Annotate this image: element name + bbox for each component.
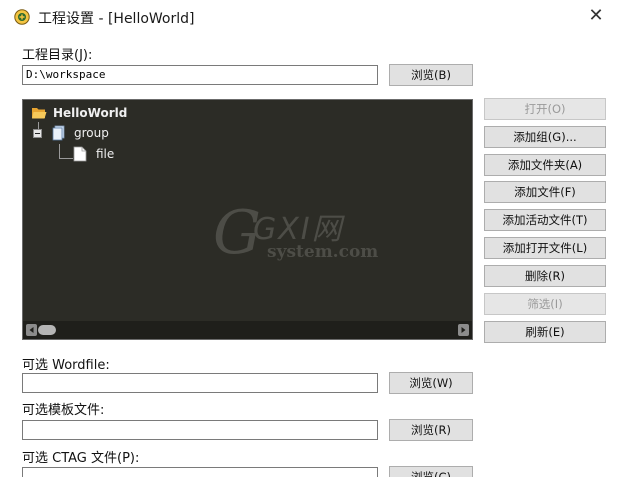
browse-template-button[interactable]: 浏览(R) — [389, 419, 473, 441]
watermark-g: G — [213, 198, 261, 268]
ctag-label: 可选 CTAG 文件(P): — [22, 451, 140, 466]
browse-project-dir-button[interactable]: 浏览(B) — [389, 64, 473, 86]
group-icon — [52, 125, 65, 141]
add-active-file-button[interactable]: 添加活动文件(T) — [484, 209, 606, 231]
add-open-files-button[interactable]: 添加打开文件(L) — [484, 237, 606, 259]
project-tree[interactable]: HelloWorld group file G GXI网 system.com — [22, 99, 473, 340]
delete-button[interactable]: 删除(R) — [484, 265, 606, 287]
collapse-toggle[interactable] — [33, 129, 42, 138]
tree-root-item[interactable]: HelloWorld — [53, 106, 127, 120]
scroll-right-icon[interactable] — [458, 324, 469, 336]
ctag-input[interactable] — [22, 467, 378, 477]
add-group-button[interactable]: 添加组(G)... — [484, 126, 606, 148]
horizontal-scrollbar[interactable] — [23, 321, 472, 339]
project-settings-window: 工程设置 - [HelloWorld] ✕ 工程目录(J): D:\worksp… — [0, 0, 620, 477]
file-icon — [73, 146, 87, 162]
close-button[interactable]: ✕ — [584, 4, 608, 28]
filter-button[interactable]: 筛选(I) — [484, 293, 606, 315]
template-input[interactable] — [22, 420, 378, 440]
add-folder-button[interactable]: 添加文件夹(A) — [484, 154, 606, 176]
refresh-button[interactable]: 刷新(E) — [484, 321, 606, 343]
wordfile-label: 可选 Wordfile: — [22, 358, 110, 373]
close-icon: ✕ — [588, 5, 604, 26]
scroll-left-icon[interactable] — [26, 324, 37, 336]
window-title: 工程设置 - [HelloWorld] — [38, 11, 195, 27]
app-icon — [14, 9, 30, 25]
watermark-brand: GXI网 — [253, 212, 344, 247]
open-button[interactable]: 打开(O) — [484, 98, 606, 120]
folder-open-icon — [32, 108, 47, 119]
watermark-logo: G GXI网 system.com — [213, 198, 393, 278]
tree-file-item[interactable]: file — [96, 147, 114, 161]
tree-connector — [59, 158, 73, 159]
title-bar: 工程设置 - [HelloWorld] ✕ — [0, 0, 620, 32]
wordfile-input[interactable] — [22, 373, 378, 393]
project-dir-input[interactable]: D:\workspace — [22, 65, 378, 85]
watermark-domain: system.com — [267, 242, 379, 262]
template-label: 可选模板文件: — [22, 403, 105, 418]
add-file-button[interactable]: 添加文件(F) — [484, 181, 606, 203]
project-dir-label: 工程目录(J): — [22, 48, 93, 63]
browse-ctag-button[interactable]: 浏览(C) — [389, 466, 473, 477]
scroll-thumb[interactable] — [38, 325, 56, 335]
tree-connector — [59, 144, 60, 158]
tree-group-item[interactable]: group — [74, 126, 109, 140]
browse-wordfile-button[interactable]: 浏览(W) — [389, 372, 473, 394]
